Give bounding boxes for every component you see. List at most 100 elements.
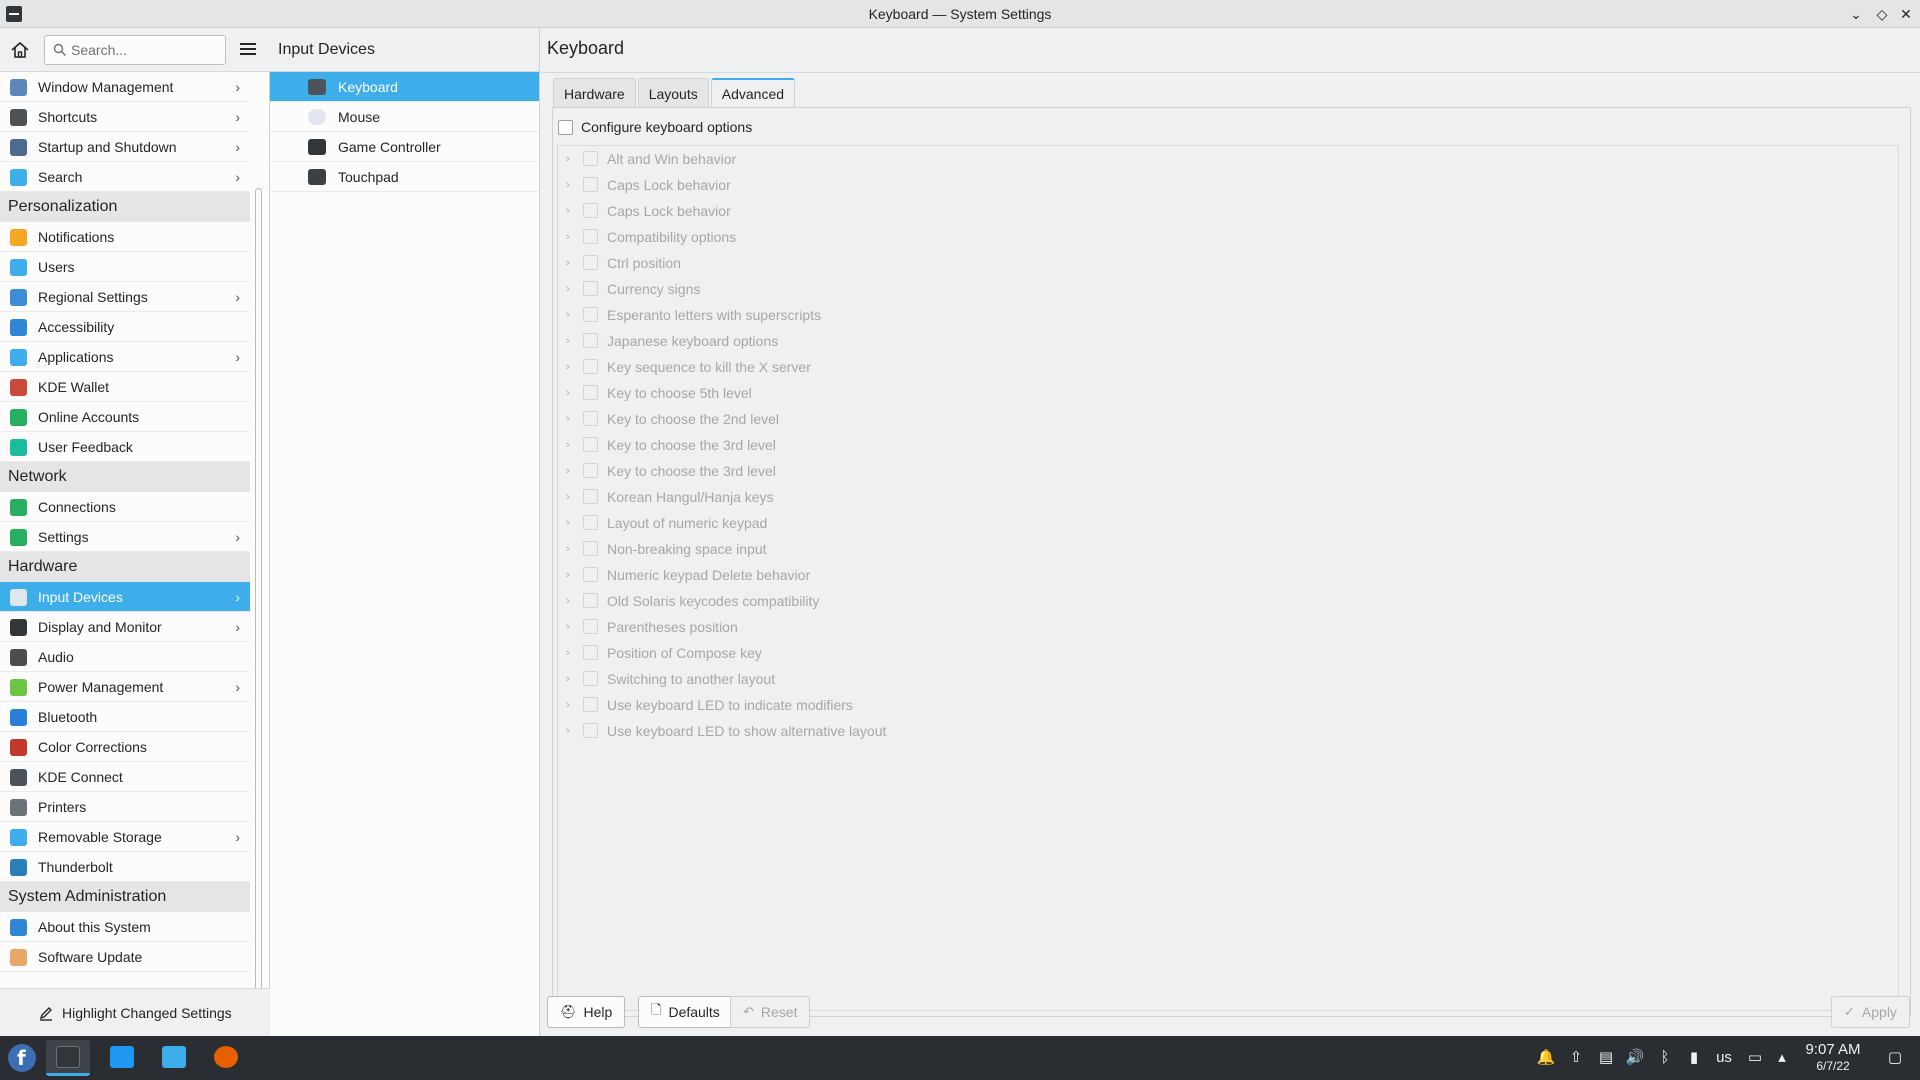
option-checkbox bbox=[583, 359, 598, 374]
expand-arrow-icon: › bbox=[566, 153, 570, 165]
update-tray-icon[interactable]: ⇧ bbox=[1566, 1048, 1586, 1068]
sidebar-scrollbar[interactable] bbox=[255, 188, 262, 1008]
system-settings-task[interactable] bbox=[46, 1040, 90, 1076]
option-checkbox bbox=[583, 463, 598, 478]
configure-keyboard-options-checkbox[interactable]: Configure keyboard options bbox=[558, 118, 752, 136]
sidebar-item-connections[interactable]: Connections bbox=[0, 492, 250, 522]
subcategory-label: Game Controller bbox=[338, 138, 441, 155]
sidebar-item-user-feedback[interactable]: User Feedback bbox=[0, 432, 250, 462]
sidebar-item-notifications[interactable]: Notifications bbox=[0, 222, 250, 252]
sidebar-item-about-this-system[interactable]: About this System bbox=[0, 912, 250, 942]
highlight-changed-settings-button[interactable]: Highlight Changed Settings bbox=[38, 1001, 232, 1025]
expand-arrow-icon: › bbox=[566, 231, 570, 243]
regional-icon bbox=[10, 289, 27, 306]
sidebar-item-power-management[interactable]: Power Management › bbox=[0, 672, 250, 702]
firefox-task[interactable] bbox=[204, 1040, 248, 1076]
update-icon bbox=[10, 949, 27, 966]
sidebar-item-startup-and-shutdown[interactable]: Startup and Shutdown › bbox=[0, 132, 250, 162]
sidebar-item-window-management[interactable]: Window Management › bbox=[0, 72, 250, 102]
sidebar-item-label: Bluetooth bbox=[38, 708, 98, 725]
sidebar-item-label: Input Devices bbox=[38, 588, 123, 605]
sidebar-item-accessibility[interactable]: Accessibility bbox=[0, 312, 250, 342]
notifications-tray-icon[interactable]: 🔔 bbox=[1536, 1048, 1556, 1068]
chevron-right-icon: › bbox=[235, 529, 240, 545]
mouse-icon bbox=[10, 589, 27, 606]
search-input[interactable] bbox=[71, 40, 221, 60]
sidebar-item-label: Accessibility bbox=[38, 318, 115, 335]
tray-expand-icon[interactable]: ▴ bbox=[1772, 1048, 1792, 1068]
sidebar-item-online-accounts[interactable]: Online Accounts bbox=[0, 402, 250, 432]
clipboard-tray-icon[interactable]: ▤ bbox=[1596, 1048, 1616, 1068]
home-button[interactable] bbox=[8, 38, 32, 62]
sidebar-item-color-corrections[interactable]: Color Corrections bbox=[0, 732, 250, 762]
close-button[interactable]: ✕ bbox=[1896, 4, 1916, 24]
discover-task[interactable] bbox=[100, 1040, 144, 1076]
checkbox[interactable] bbox=[558, 119, 573, 135]
apply-button[interactable]: ✓ Apply bbox=[1831, 996, 1910, 1028]
sidebar-item-label: Thunderbolt bbox=[38, 858, 113, 875]
keyboard-option-group: › Caps Lock behavior bbox=[558, 198, 1898, 224]
option-label: Key to choose the 2nd level bbox=[607, 411, 780, 427]
keyboard-option-group: › Use keyboard LED to show alternative la… bbox=[558, 718, 1898, 744]
tab-advanced[interactable]: Advanced bbox=[710, 78, 796, 108]
reset-button[interactable]: ↶ Reset bbox=[730, 996, 811, 1028]
startup-icon bbox=[10, 139, 27, 156]
file-manager-task[interactable] bbox=[152, 1040, 196, 1076]
subcategory-item-mouse[interactable]: Mouse bbox=[270, 102, 539, 132]
sidebar-item-printers[interactable]: Printers bbox=[0, 792, 250, 822]
keyboard-option-group: › Key sequence to kill the X server bbox=[558, 354, 1898, 380]
color-icon bbox=[10, 739, 27, 756]
hamburger-menu-button[interactable] bbox=[238, 40, 258, 60]
option-label: Old Solaris keycodes compatibility bbox=[607, 593, 820, 609]
expand-arrow-icon: › bbox=[566, 257, 570, 269]
sidebar-item-label: Color Corrections bbox=[38, 738, 147, 755]
keyboard-layout-indicator[interactable]: us bbox=[1710, 1048, 1738, 1068]
sidebar-item-settings[interactable]: Settings › bbox=[0, 522, 250, 552]
highlight-label: Highlight Changed Settings bbox=[62, 1005, 232, 1021]
help-icon: ⛑ bbox=[560, 1004, 577, 1019]
sidebar-item-shortcuts[interactable]: Shortcuts › bbox=[0, 102, 250, 132]
maximize-button[interactable]: ◇ bbox=[1872, 4, 1892, 24]
tab-hardware[interactable]: Hardware bbox=[553, 78, 636, 108]
expand-arrow-icon: › bbox=[566, 413, 570, 425]
battery-tray-icon[interactable]: ▮ bbox=[1684, 1048, 1704, 1068]
chevron-right-icon: › bbox=[235, 679, 240, 695]
sidebar-item-removable-storage[interactable]: Removable Storage › bbox=[0, 822, 250, 852]
volume-tray-icon[interactable]: 🔊 bbox=[1625, 1048, 1645, 1068]
sidebar-item-regional-settings[interactable]: Regional Settings › bbox=[0, 282, 250, 312]
sidebar-item-applications[interactable]: Applications › bbox=[0, 342, 250, 372]
chevron-right-icon: › bbox=[235, 619, 240, 635]
subcategory-item-keyboard[interactable]: Keyboard bbox=[270, 72, 539, 102]
bluetooth-tray-icon[interactable]: ᛒ bbox=[1655, 1048, 1675, 1068]
sidebar-item-bluetooth[interactable]: Bluetooth bbox=[0, 702, 250, 732]
show-desktop-icon[interactable]: ▢ bbox=[1884, 1048, 1906, 1068]
option-checkbox bbox=[583, 333, 598, 348]
sidebar-item-kde-wallet[interactable]: KDE Wallet bbox=[0, 372, 250, 402]
sidebar-item-thunderbolt[interactable]: Thunderbolt bbox=[0, 852, 250, 882]
minimize-button[interactable]: ⌄ bbox=[1846, 4, 1866, 24]
sidebar-item-label: KDE Connect bbox=[38, 768, 123, 785]
chevron-right-icon: › bbox=[235, 79, 240, 95]
category-header: Personalization bbox=[0, 192, 250, 222]
tab-layouts[interactable]: Layouts bbox=[637, 78, 709, 108]
network-tray-icon[interactable]: ▭ bbox=[1745, 1048, 1765, 1068]
application-launcher-icon[interactable] bbox=[8, 1044, 36, 1072]
sidebar-item-search[interactable]: Search › bbox=[0, 162, 250, 192]
clock[interactable]: 9:07 AM 6/7/22 bbox=[1798, 1040, 1868, 1074]
sidebar-item-audio[interactable]: Audio bbox=[0, 642, 250, 672]
help-button[interactable]: ⛑ Help bbox=[547, 996, 626, 1028]
subcategory-item-game-controller[interactable]: Game Controller bbox=[270, 132, 539, 162]
sidebar-item-software-update[interactable]: Software Update bbox=[0, 942, 250, 972]
keyboard-icon bbox=[308, 79, 326, 95]
sidebar-item-kde-connect[interactable]: KDE Connect bbox=[0, 762, 250, 792]
subcategory-item-touchpad[interactable]: Touchpad bbox=[270, 162, 539, 192]
subcategory-label: Touchpad bbox=[338, 168, 399, 185]
sidebar-item-users[interactable]: Users bbox=[0, 252, 250, 282]
sidebar-item-label: Notifications bbox=[38, 228, 115, 245]
chevron-right-icon: › bbox=[235, 139, 240, 155]
search-field[interactable] bbox=[44, 35, 226, 65]
option-checkbox bbox=[583, 723, 598, 738]
sidebar-item-display-and-monitor[interactable]: Display and Monitor › bbox=[0, 612, 250, 642]
sidebar-item-input-devices[interactable]: Input Devices › bbox=[0, 582, 250, 612]
defaults-button[interactable]: 🗋 Defaults bbox=[638, 996, 733, 1028]
